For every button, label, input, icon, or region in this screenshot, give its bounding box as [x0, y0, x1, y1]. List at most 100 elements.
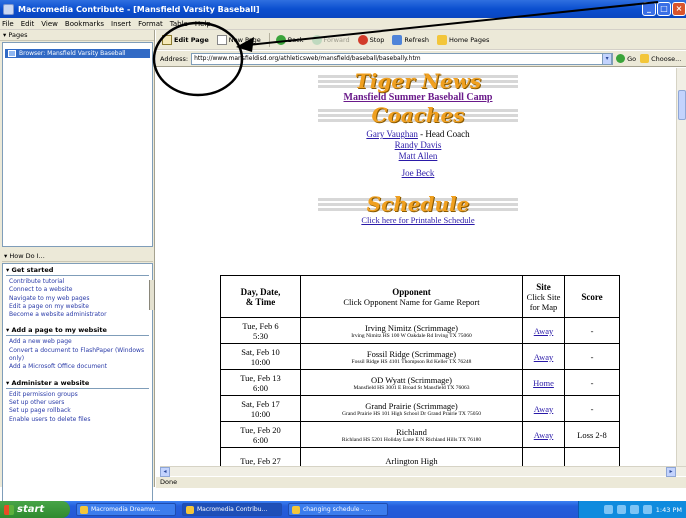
go-button[interactable]: Go	[616, 54, 636, 63]
clock[interactable]: 1:43 PM	[656, 506, 682, 514]
task-link[interactable]: Enable users to delete files	[6, 416, 149, 424]
game-day: Sat, Feb 10	[241, 346, 280, 357]
opponent-cell: Arlington High	[300, 447, 523, 466]
game-time: 5:30	[252, 330, 269, 341]
coach-link[interactable]: Matt Allen	[399, 151, 438, 161]
choose-folder-icon	[640, 54, 650, 63]
pages-panel-header[interactable]: ▾ Pages	[0, 30, 154, 41]
address-input[interactable]	[191, 52, 614, 65]
opponent-name[interactable]: Grand Prairie (Scrimmage)	[303, 401, 520, 411]
table-row: Sat, Feb 17 10:00 Grand Prairie (Scrimmag…	[220, 395, 620, 422]
site-cell: Away	[522, 421, 565, 448]
task-link[interactable]: Set up other users	[6, 399, 149, 407]
status-bar: Done	[156, 477, 686, 488]
scroll-thumb[interactable]	[678, 90, 686, 120]
stop-button[interactable]: Stop	[357, 34, 384, 45]
task-link[interactable]: Add a Microsoft Office document	[6, 363, 149, 371]
section-administer[interactable]: ▾ Administer a website	[6, 379, 149, 389]
banner-title: Schedule	[366, 192, 470, 216]
task-link[interactable]: Edit permission groups	[6, 391, 149, 399]
horizontal-scrollbar[interactable]: ◂ ▸	[160, 466, 686, 477]
opponent-name[interactable]: Irving Nimitz (Scrimmage)	[303, 323, 520, 333]
game-location: Mansfield HS 3001 E Broad St Mansfield T…	[353, 384, 470, 391]
menu-insert[interactable]: Insert	[111, 20, 131, 28]
head-coach-row: Gary Vaughan - Head Coach	[160, 129, 676, 140]
tray-icon[interactable]	[603, 505, 613, 514]
menu-format[interactable]: Format	[138, 20, 163, 28]
minimize-button[interactable]: _	[642, 2, 656, 16]
site-map-link[interactable]: Away	[534, 352, 554, 362]
section-title: Add a page to my website	[11, 326, 107, 335]
opponent-name[interactable]: Fossil Ridge (Scrimmage)	[303, 349, 520, 359]
camp-link[interactable]: Mansfield Summer Baseball Camp	[344, 92, 493, 103]
address-dropdown-icon[interactable]: ▾	[602, 52, 613, 65]
taskbar-item-word[interactable]: changing schedule - ...	[288, 503, 388, 516]
task-link[interactable]: Contribute tutorial	[6, 278, 149, 286]
header-site: Site Click Site for Map	[522, 275, 565, 318]
home-pages-button[interactable]: Home Pages	[436, 34, 489, 45]
maximize-button[interactable]: □	[657, 2, 671, 16]
start-button[interactable]: start	[0, 501, 70, 518]
task-link[interactable]: Add a new web page	[6, 338, 149, 346]
section-add-page[interactable]: ▾ Add a page to my website	[6, 326, 149, 337]
header-site-sub: Click Site for Map	[526, 291, 561, 312]
menu-help[interactable]: Help	[195, 20, 211, 28]
choose-label: Choose...	[651, 54, 682, 63]
task-link[interactable]: Convert a document to FlashPaper (Window…	[6, 347, 149, 364]
table-row: Tue, Feb 6 5:30 Irving Nimitz (Scrimmage)…	[220, 317, 620, 344]
new-page-button[interactable]: New Page	[216, 34, 261, 45]
menu-file[interactable]: File	[2, 20, 14, 28]
scroll-left-arrow-icon[interactable]: ◂	[160, 467, 170, 477]
site-map-link[interactable]: Home	[533, 378, 554, 388]
opponent-cell: Fossil Ridge (Scrimmage) Fossil Ridge HS …	[300, 343, 523, 370]
menu-bookmarks[interactable]: Bookmarks	[65, 20, 104, 28]
printable-schedule-link[interactable]: Click here for Printable Schedule	[361, 215, 474, 225]
toolbar-separator	[268, 32, 270, 47]
task-link[interactable]: Connect to a website	[6, 286, 149, 294]
coach-link[interactable]: Joe Beck	[402, 168, 435, 178]
section-get-started[interactable]: ▾ Get started	[6, 266, 149, 276]
task-link[interactable]: Navigate to my web pages	[6, 295, 149, 303]
forward-button[interactable]: Forward	[311, 34, 350, 45]
scroll-right-arrow-icon[interactable]: ▸	[666, 467, 676, 477]
tray-icon[interactable]	[642, 505, 652, 514]
panel-splitter[interactable]	[149, 280, 155, 310]
menu-edit[interactable]: Edit	[21, 20, 35, 28]
opponent-name[interactable]: Arlington High	[303, 456, 520, 466]
vertical-scrollbar[interactable]	[676, 68, 686, 466]
coach-link[interactable]: Randy Davis	[395, 140, 442, 150]
back-label: Back	[287, 35, 304, 44]
header-date: Day, Date, & Time	[220, 275, 301, 318]
opponent-name[interactable]: Richland	[303, 427, 520, 437]
menu-table[interactable]: Table	[170, 20, 188, 28]
choose-button[interactable]: Choose...	[640, 54, 681, 63]
edit-page-button[interactable]: Edit Page	[162, 34, 209, 45]
score-cell	[564, 447, 620, 466]
tray-icon[interactable]	[616, 505, 626, 514]
task-link[interactable]: Become a website administrator	[6, 311, 149, 319]
tray-icon[interactable]	[629, 505, 639, 514]
page-item-browser[interactable]: Browser: Mansfield Varsity Baseball	[5, 49, 150, 58]
close-button[interactable]: ×	[672, 2, 686, 16]
menu-view[interactable]: View	[41, 20, 58, 28]
opponent-name[interactable]: OD Wyatt (Scrimmage)	[303, 375, 520, 385]
taskbar-item-contribute[interactable]: Macromedia Contribu...	[182, 503, 282, 516]
howdo-panel-header[interactable]: ▾ How Do I...	[2, 251, 153, 262]
banner-schedule: Schedule	[318, 193, 518, 215]
header-opponent-sub: Click Opponent Name for Game Report	[343, 296, 480, 307]
taskbar-item-dreamweaver[interactable]: Macromedia Dreamw...	[76, 503, 176, 516]
refresh-button[interactable]: Refresh	[392, 34, 429, 45]
site-map-link[interactable]: Away	[534, 404, 554, 414]
header-date-line1: Day, Date,	[240, 286, 281, 297]
forward-arrow-icon	[311, 34, 322, 45]
table-row: Tue, Feb 27 Arlington High	[220, 447, 620, 466]
task-link[interactable]: Set up page rollback	[6, 407, 149, 415]
game-time: 6:00	[252, 382, 269, 393]
back-button[interactable]: Back	[275, 34, 304, 45]
coach-link[interactable]: Gary Vaughan	[366, 129, 418, 139]
section-title: Administer a website	[11, 378, 90, 387]
site-map-link[interactable]: Away	[534, 430, 554, 440]
site-map-link[interactable]: Away	[534, 326, 554, 336]
task-link[interactable]: Edit a page on my website	[6, 303, 149, 311]
dreamweaver-icon	[80, 505, 88, 514]
